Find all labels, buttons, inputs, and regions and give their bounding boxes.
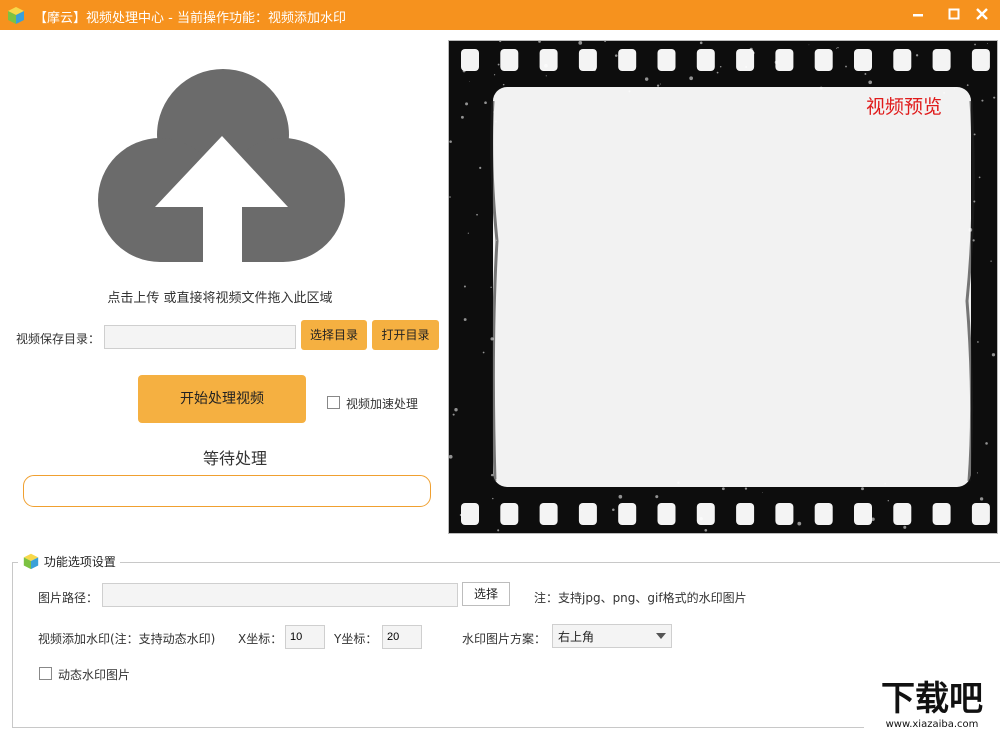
x-coord-label: X坐标： <box>238 630 282 647</box>
upload-drop-zone[interactable] <box>90 60 355 280</box>
image-path-label: 图片路径： <box>38 589 98 606</box>
badge-text: 下载吧 <box>881 679 983 719</box>
cloud-upload-icon <box>90 60 355 280</box>
accelerate-label: 视频加速处理 <box>346 395 418 412</box>
minimize-icon <box>900 0 936 30</box>
options-legend-text: 功能选项设置 <box>44 555 116 569</box>
close-icon <box>964 0 1000 30</box>
accelerate-checkbox[interactable] <box>327 396 340 409</box>
image-format-note: 注：支持jpg、png、gif格式的水印图片 <box>534 589 747 606</box>
preview-label: 视频预览 <box>866 92 942 119</box>
save-dir-label: 视频保存目录： <box>16 330 100 347</box>
dynamic-watermark-checkbox[interactable] <box>39 667 52 680</box>
upload-hint: 点击上传 或直接将视频文件拖入此区域 <box>0 287 440 306</box>
choose-image-button[interactable]: 选择 <box>462 582 510 606</box>
minimize-button[interactable] <box>900 0 936 30</box>
status-text: 等待处理 <box>120 445 350 469</box>
scheme-select[interactable]: 右上角 <box>552 624 672 648</box>
dynamic-watermark-label: 动态水印图片 <box>58 666 130 683</box>
choose-dir-button[interactable]: 选择目录 <box>301 320 367 350</box>
options-legend: 功能选项设置 <box>18 552 120 570</box>
xiazaiba-logo-icon: 下载吧 www.xiazaiba.com <box>864 676 1000 732</box>
y-coord-label: Y坐标： <box>334 630 377 647</box>
open-dir-button[interactable]: 打开目录 <box>372 320 439 350</box>
site-watermark-logo: 下载吧 www.xiazaiba.com <box>864 676 1000 732</box>
scheme-label: 水印图片方案： <box>462 630 546 647</box>
save-dir-input[interactable] <box>104 325 296 349</box>
chevron-down-icon <box>656 633 666 639</box>
progress-bar <box>23 475 431 507</box>
image-path-input[interactable] <box>102 583 458 607</box>
options-cube-icon <box>22 552 40 570</box>
scheme-select-value: 右上角 <box>558 630 594 644</box>
x-coord-input[interactable] <box>285 625 325 649</box>
window-title: 【摩云】视频处理中心 - 当前操作功能：视频添加水印 <box>34 7 346 26</box>
watermark-label: 视频添加水印(注：支持动态水印) <box>38 630 215 647</box>
badge-url: www.xiazaiba.com <box>886 719 979 730</box>
close-button[interactable] <box>964 0 1000 30</box>
start-process-button[interactable]: 开始处理视频 <box>138 375 306 423</box>
app-logo-icon <box>6 5 26 25</box>
y-coord-input[interactable] <box>382 625 422 649</box>
